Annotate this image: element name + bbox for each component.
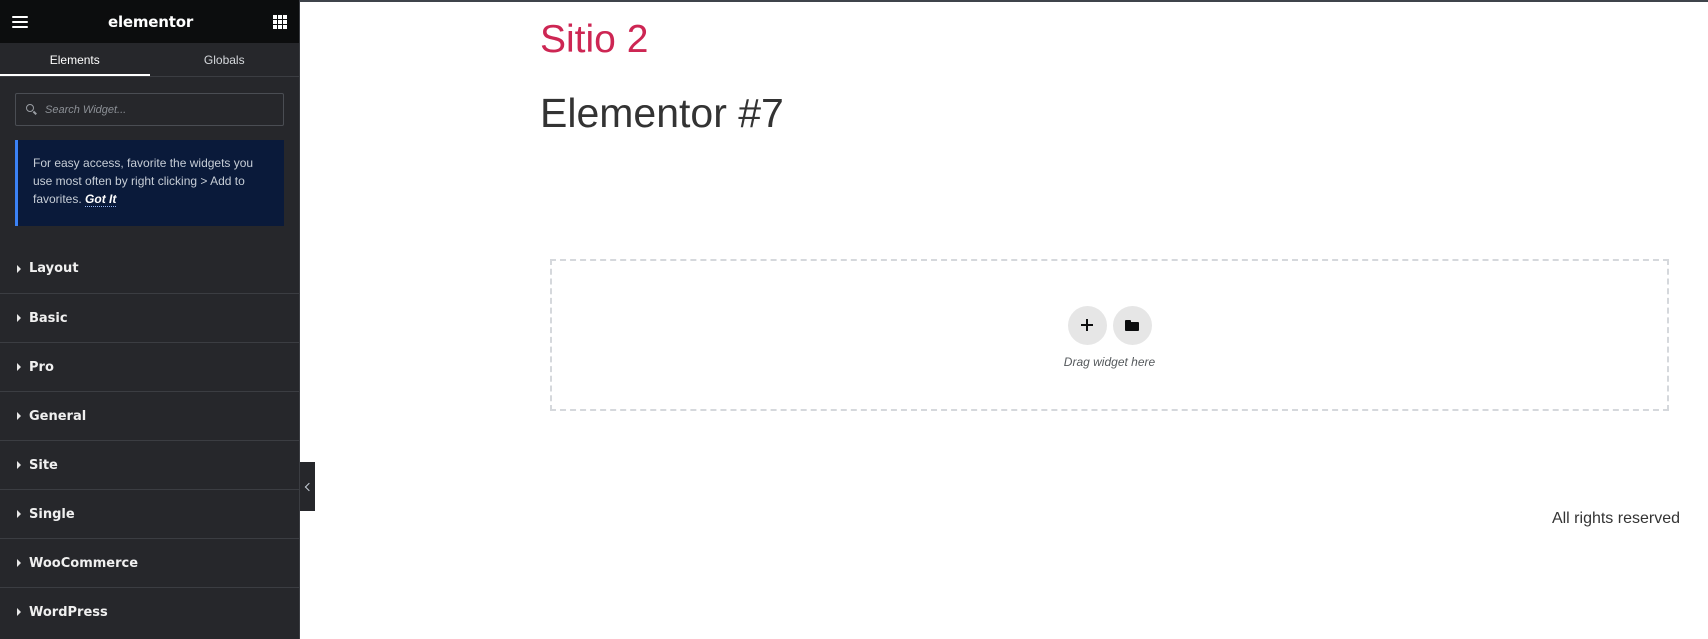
search-input[interactable] xyxy=(45,103,265,116)
category-basic[interactable]: Basic xyxy=(0,293,299,342)
category-layout[interactable]: Layout xyxy=(0,244,299,293)
category-woocommerce[interactable]: WooCommerce xyxy=(0,538,299,587)
category-label: Single xyxy=(29,506,75,522)
panel-tabs: Elements Globals xyxy=(0,43,299,77)
category-label: WooCommerce xyxy=(29,555,139,571)
hamburger-icon[interactable] xyxy=(12,15,28,28)
widget-dropzone[interactable]: Drag widget here xyxy=(550,259,1669,411)
chevron-left-icon xyxy=(304,482,314,491)
panel-header: elementor xyxy=(0,0,299,43)
elementor-logo: elementor xyxy=(107,12,194,31)
caret-right-icon xyxy=(17,559,21,567)
caret-right-icon xyxy=(17,314,21,322)
caret-right-icon xyxy=(17,608,21,616)
grid-icon[interactable] xyxy=(272,14,287,29)
caret-right-icon xyxy=(17,264,21,273)
category-label: Basic xyxy=(29,310,68,326)
footer-copyright: All rights reserved xyxy=(1551,510,1680,527)
add-template-button[interactable] xyxy=(1112,305,1152,345)
notice-text: For easy access, favorite the widgets yo… xyxy=(33,156,254,206)
site-title[interactable]: Sitio 2 xyxy=(540,18,648,62)
category-single[interactable]: Single xyxy=(0,489,299,538)
caret-right-icon xyxy=(17,363,21,371)
category-label: WordPress xyxy=(29,604,108,620)
category-label: Layout xyxy=(29,261,79,276)
caret-right-icon xyxy=(17,412,21,420)
dropzone-buttons xyxy=(1067,305,1152,345)
tab-globals[interactable]: Globals xyxy=(150,43,300,76)
caret-right-icon xyxy=(17,461,21,469)
panel-collapse-button[interactable] xyxy=(300,462,315,511)
category-wordpress[interactable]: WordPress xyxy=(0,587,299,636)
category-label: Site xyxy=(29,457,58,473)
plus-icon xyxy=(1081,319,1093,331)
category-label: General xyxy=(29,408,87,424)
elementor-panel: elementor Elements Globals For easy acce… xyxy=(0,0,300,639)
category-site[interactable]: Site xyxy=(0,440,299,489)
category-general[interactable]: General xyxy=(0,391,299,440)
folder-icon xyxy=(1125,319,1139,331)
add-section-button[interactable] xyxy=(1067,305,1107,345)
category-pro[interactable]: Pro xyxy=(0,342,299,391)
got-it-link[interactable]: Got It xyxy=(85,192,117,207)
favorites-notice: For easy access, favorite the widgets yo… xyxy=(15,140,284,226)
tab-elements[interactable]: Elements xyxy=(0,43,150,76)
category-list: Layout Basic Pro General Site Single Woo… xyxy=(0,244,299,636)
search-box xyxy=(15,93,284,126)
caret-right-icon xyxy=(17,510,21,518)
dropzone-label: Drag widget here xyxy=(1063,354,1156,369)
search-wrapper xyxy=(0,77,299,140)
category-label: Pro xyxy=(29,359,54,375)
page-title: Elementor #7 xyxy=(540,90,784,136)
search-icon xyxy=(26,104,37,115)
